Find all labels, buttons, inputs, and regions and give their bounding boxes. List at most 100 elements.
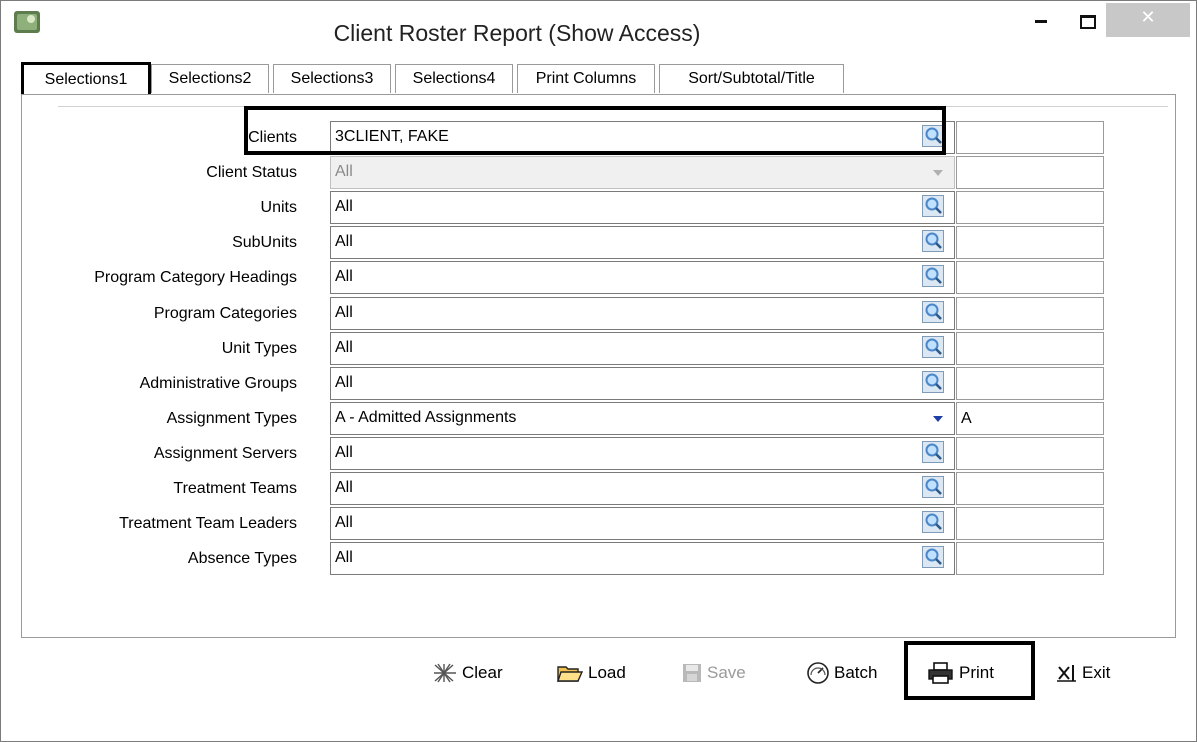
magnifier-icon[interactable] bbox=[922, 441, 944, 463]
window-title: Client Roster Report (Show Access) bbox=[333, 20, 701, 46]
tab-print-columns[interactable]: Print Columns bbox=[517, 64, 655, 93]
printer-icon bbox=[928, 662, 953, 684]
clients-code bbox=[956, 121, 1104, 154]
floppy-disk-icon bbox=[683, 664, 701, 682]
clear-icon bbox=[434, 663, 456, 683]
program-categories-value: All bbox=[335, 304, 353, 321]
client-status-field: All bbox=[330, 156, 955, 189]
treatment-teams-field[interactable]: All bbox=[330, 472, 955, 505]
magnifier-icon[interactable] bbox=[922, 195, 944, 217]
close-button[interactable]: ✕ bbox=[1106, 3, 1190, 37]
client-status-label: Client Status bbox=[206, 164, 297, 181]
divider bbox=[58, 106, 1168, 107]
absence-types-field[interactable]: All bbox=[330, 542, 955, 575]
program-category-headings-code bbox=[956, 261, 1104, 294]
units-value: All bbox=[335, 198, 353, 215]
print-label: Print bbox=[959, 663, 994, 682]
absence-types-code bbox=[956, 542, 1104, 575]
tab-sort-subtotal-title[interactable]: Sort/Subtotal/Title bbox=[659, 64, 844, 93]
minimize-icon bbox=[1035, 20, 1047, 23]
magnifier-icon[interactable] bbox=[922, 125, 944, 147]
magnifier-icon[interactable] bbox=[922, 336, 944, 358]
save-button[interactable]: Save bbox=[681, 659, 746, 687]
administrative-groups-field[interactable]: All bbox=[330, 367, 955, 400]
assignment-types-field[interactable]: A - Admitted Assignments bbox=[330, 402, 955, 435]
batch-label: Batch bbox=[834, 663, 878, 682]
assignment-types-value: A - Admitted Assignments bbox=[335, 409, 517, 426]
subunits-value: All bbox=[335, 233, 353, 250]
magnifier-icon[interactable] bbox=[922, 546, 944, 568]
clear-label: Clear bbox=[462, 663, 503, 682]
tab-selections1[interactable]: Selections1 bbox=[21, 62, 151, 96]
subunits-code bbox=[956, 226, 1104, 259]
program-category-headings-value: All bbox=[335, 268, 353, 285]
magnifier-icon[interactable] bbox=[922, 476, 944, 498]
maximize-icon bbox=[1080, 15, 1096, 29]
administrative-groups-value: All bbox=[335, 374, 353, 391]
administrative-groups-code bbox=[956, 367, 1104, 400]
program-category-headings-field[interactable]: All bbox=[330, 261, 955, 294]
folder-open-icon bbox=[557, 666, 584, 682]
clients-value: 3CLIENT, FAKE bbox=[335, 128, 449, 145]
absence-types-value: All bbox=[335, 549, 353, 566]
clear-button[interactable]: Clear bbox=[432, 659, 503, 687]
assignment-types-label: Assignment Types bbox=[166, 410, 297, 427]
program-categories-field[interactable]: All bbox=[330, 297, 955, 330]
gauge-icon bbox=[807, 662, 829, 684]
units-label: Units bbox=[260, 199, 297, 216]
tab-selections4[interactable]: Selections4 bbox=[395, 64, 513, 93]
exit-icon bbox=[1057, 665, 1076, 682]
program-categories-label: Program Categories bbox=[153, 305, 297, 322]
exit-button[interactable]: Exit bbox=[1056, 659, 1110, 687]
clients-label: Clients bbox=[248, 129, 297, 146]
tab-selections2[interactable]: Selections2 bbox=[151, 64, 269, 93]
maximize-button[interactable] bbox=[1068, 3, 1108, 37]
assignment-servers-code bbox=[956, 437, 1104, 470]
chevron-down-icon[interactable] bbox=[928, 411, 948, 427]
magnifier-icon[interactable] bbox=[922, 371, 944, 393]
magnifier-icon[interactable] bbox=[922, 265, 944, 287]
minimize-button[interactable] bbox=[1021, 3, 1061, 37]
client-status-value: All bbox=[335, 163, 353, 180]
treatment-team-leaders-code bbox=[956, 507, 1104, 540]
program-categories-code bbox=[956, 297, 1104, 330]
chevron-down-icon bbox=[933, 170, 943, 176]
treatment-teams-value: All bbox=[335, 479, 353, 496]
units-code bbox=[956, 191, 1104, 224]
close-icon: ✕ bbox=[1140, 7, 1156, 27]
treatment-team-leaders-label: Treatment Team Leaders bbox=[119, 515, 297, 532]
units-field[interactable]: All bbox=[330, 191, 955, 224]
absence-types-label: Absence Types bbox=[187, 550, 297, 567]
save-label: Save bbox=[707, 663, 746, 682]
magnifier-icon[interactable] bbox=[922, 511, 944, 533]
exit-label: Exit bbox=[1082, 663, 1111, 682]
subunits-label: SubUnits bbox=[232, 234, 297, 251]
load-button[interactable]: Load bbox=[556, 659, 626, 687]
magnifier-icon[interactable] bbox=[922, 301, 944, 323]
client-status-code bbox=[956, 156, 1104, 189]
assignment-types-code: A bbox=[956, 402, 1104, 435]
assignment-types-code-value: A bbox=[961, 410, 972, 427]
administrative-groups-label: Administrative Groups bbox=[139, 375, 297, 392]
treatment-teams-code bbox=[956, 472, 1104, 505]
tab-selections3[interactable]: Selections3 bbox=[273, 64, 391, 93]
print-button[interactable]: Print bbox=[927, 659, 994, 687]
unit-types-value: All bbox=[335, 339, 353, 356]
treatment-team-leaders-field[interactable]: All bbox=[330, 507, 955, 540]
treatment-teams-label: Treatment Teams bbox=[173, 480, 297, 497]
title-bar[interactable]: Client Roster Report (Show Access) ✕ bbox=[1, 1, 1196, 59]
program-category-headings-label: Program Category Headings bbox=[94, 269, 297, 286]
unit-types-label: Unit Types bbox=[221, 340, 297, 357]
unit-types-field[interactable]: All bbox=[330, 332, 955, 365]
batch-button[interactable]: Batch bbox=[806, 659, 877, 687]
assignment-servers-label: Assignment Servers bbox=[153, 445, 297, 462]
unit-types-code bbox=[956, 332, 1104, 365]
report-window: Client Roster Report (Show Access) ✕ Sel… bbox=[0, 0, 1197, 742]
clients-field[interactable]: 3CLIENT, FAKE bbox=[330, 121, 955, 154]
treatment-team-leaders-value: All bbox=[335, 514, 353, 531]
load-label: Load bbox=[588, 663, 626, 682]
assignment-servers-field[interactable]: All bbox=[330, 437, 955, 470]
magnifier-icon[interactable] bbox=[922, 230, 944, 252]
assignment-servers-value: All bbox=[335, 444, 353, 461]
subunits-field[interactable]: All bbox=[330, 226, 955, 259]
